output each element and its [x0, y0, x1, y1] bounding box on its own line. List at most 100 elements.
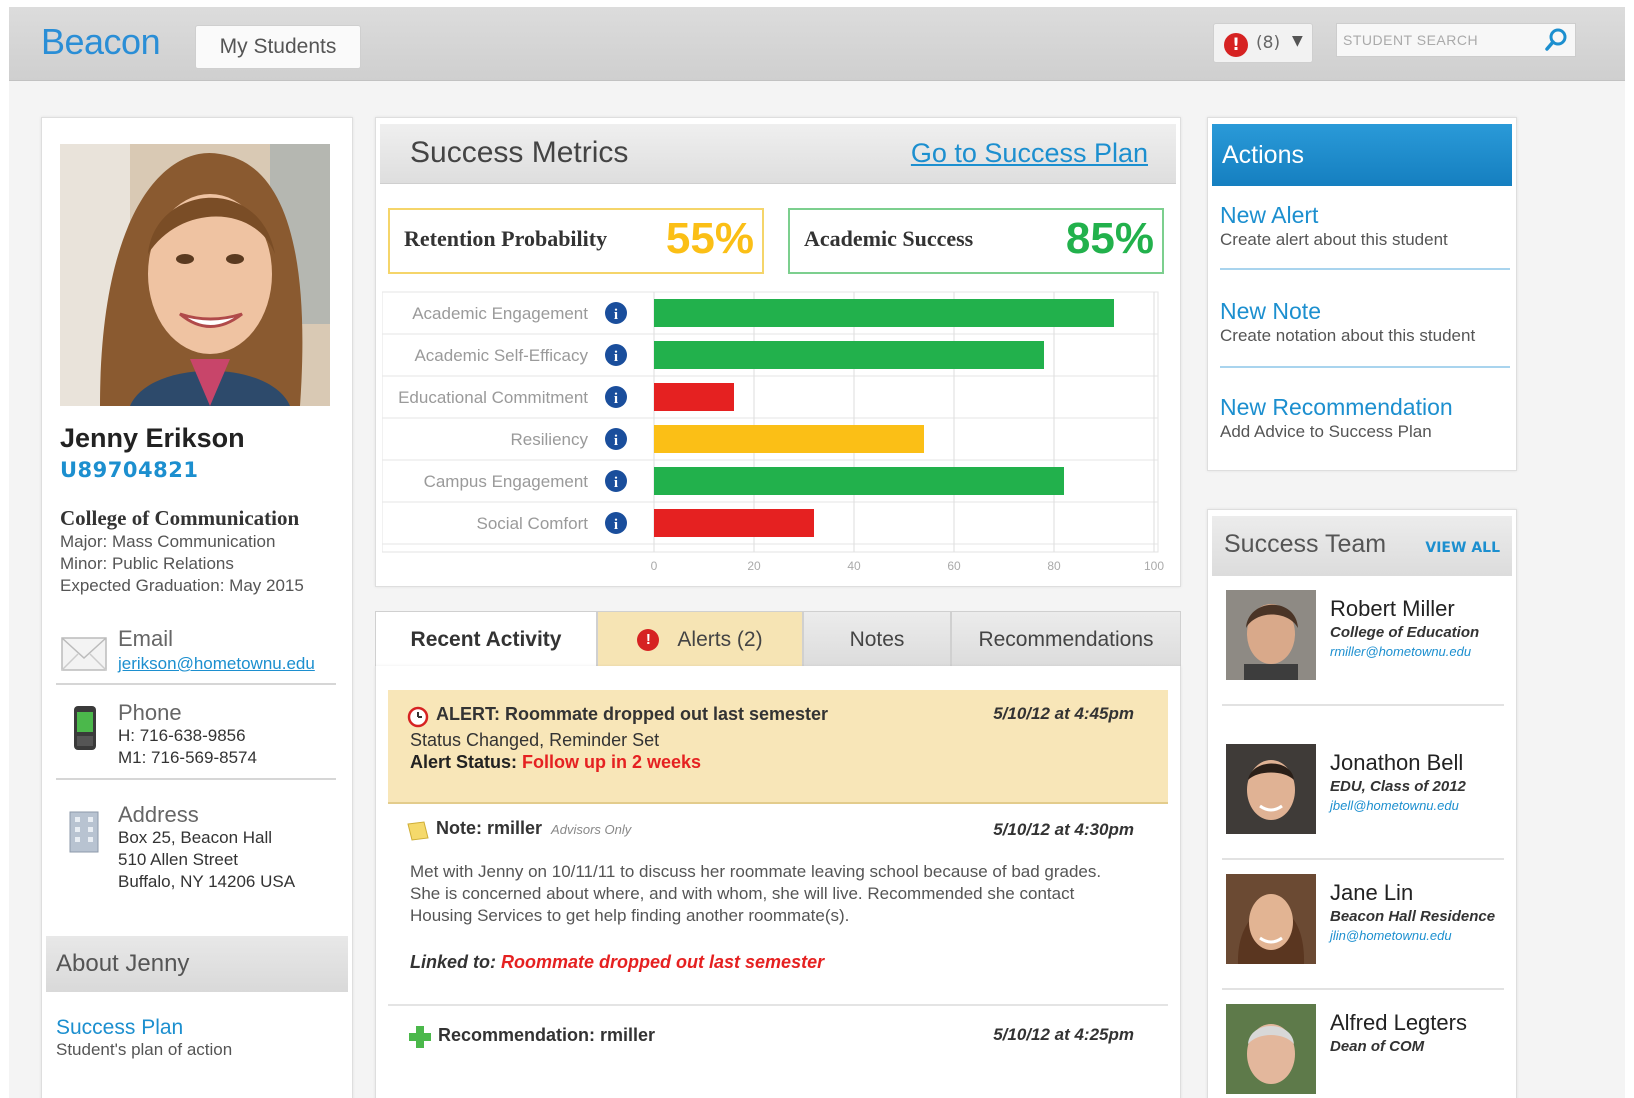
activity-note-item[interactable]: Note: rmiller Advisors Only 5/10/12 at 4… — [388, 806, 1168, 1006]
my-students-button[interactable]: My Students — [195, 25, 361, 69]
chart-category-label: Academic Self-Efficacy — [414, 346, 588, 365]
team-member-role: Beacon Hall Residence — [1330, 908, 1496, 925]
team-member-email[interactable]: jbell@hometownu.edu — [1330, 798, 1459, 813]
student-major: Major: Mass Communication — [60, 532, 276, 551]
linked-to-line: Linked to: Roommate dropped out last sem… — [410, 952, 824, 973]
linked-to-link[interactable]: Roommate dropped out last semester — [501, 952, 824, 972]
note-title: Note: rmiller — [436, 818, 543, 838]
note-body-line: She is concerned about where, and with w… — [410, 884, 1075, 903]
team-member-card[interactable]: Alfred Legters Dean of COM — [1222, 1000, 1504, 1098]
alerts-dropdown-button[interactable]: ! (8) ▼ — [1213, 23, 1313, 63]
divider — [1220, 366, 1510, 368]
divider — [56, 778, 336, 780]
tab-recent-activity[interactable]: Recent Activity — [375, 611, 597, 667]
divider — [56, 683, 336, 685]
activity-tabs: Recent Activity ! Alerts (2) Notes Recomm… — [375, 611, 1181, 667]
divider — [1222, 858, 1504, 860]
metrics-bar-chart: 0 20 40 60 80 100 Academic Engagement i Academic… — [381, 290, 1172, 580]
success-plan-description: Student's plan of action — [56, 1040, 233, 1059]
team-member-email[interactable]: rmiller@hometownu.edu — [1330, 644, 1471, 659]
new-recommendation-description: Add Advice to Success Plan — [1220, 422, 1432, 441]
actions-header: Actions — [1212, 124, 1512, 186]
info-icon-glyph: i — [614, 475, 618, 491]
address-line-1: Box 25, Beacon Hall — [118, 828, 273, 847]
email-link[interactable]: jerikson@hometownu.edu — [118, 654, 315, 674]
info-icon-glyph: i — [614, 433, 618, 449]
tab-recent-activity-label: Recent Activity — [410, 628, 562, 651]
note-visibility-tag: Advisors Only — [551, 822, 632, 837]
team-member-card[interactable]: Jane Lin Beacon Hall Residence jlin@home… — [1222, 870, 1504, 990]
retention-probability-card: Retention Probability 55% — [388, 208, 764, 274]
chart-tick-label: 80 — [1047, 559, 1061, 573]
new-note-link[interactable]: New Note — [1220, 298, 1510, 325]
student-search — [1336, 23, 1576, 57]
chart-bar — [654, 383, 734, 411]
team-member-name: Alfred Legters — [1330, 1010, 1467, 1035]
actions-panel: Actions New Alert Create alert about thi… — [1207, 117, 1517, 471]
chart-bar — [654, 341, 1044, 369]
chart-bar — [654, 467, 1064, 495]
tab-recommendations-label: Recommendations — [978, 628, 1154, 651]
chart-bar — [654, 425, 924, 453]
student-photo — [60, 144, 330, 406]
chart-category-label: Campus Engagement — [424, 472, 589, 491]
note-body-line: Met with Jenny on 10/11/11 to discuss he… — [410, 862, 1102, 881]
go-to-success-plan-link[interactable]: Go to Success Plan — [911, 138, 1148, 169]
student-name: Jenny Erikson — [60, 423, 245, 453]
beacon-logo[interactable]: Beacon — [41, 21, 161, 63]
success-metrics-header: Success Metrics Go to Success Plan — [380, 124, 1176, 184]
academic-success-card: Academic Success 85% — [788, 208, 1164, 274]
envelope-icon — [61, 637, 107, 671]
team-member-card[interactable]: Jonathon Bell EDU, Class of 2012 jbell@h… — [1222, 740, 1504, 860]
student-graduation: Expected Graduation: May 2015 — [60, 576, 304, 595]
email-block: Email jerikson@hometownu.edu — [60, 626, 340, 686]
success-plan-link[interactable]: Success Plan — [56, 1016, 183, 1040]
search-icon[interactable] — [1543, 27, 1569, 53]
alarm-clock-icon — [407, 706, 429, 728]
email-label: Email — [118, 626, 174, 651]
about-section-header[interactable]: About Jenny — [46, 936, 348, 992]
alert-icon: ! — [1224, 33, 1248, 57]
note-body-line: Housing Services to get help finding ano… — [410, 906, 850, 925]
alert-icon: ! — [637, 629, 660, 652]
activity-alert-item[interactable]: ALERT: Roommate dropped out last semeste… — [388, 690, 1168, 804]
address-label: Address — [118, 802, 199, 827]
team-member-name: Jonathon Bell — [1330, 750, 1464, 775]
view-all-link[interactable]: VIEW ALL — [1425, 540, 1500, 556]
info-icon-glyph: i — [614, 349, 618, 365]
chart-tick-label: 0 — [651, 559, 658, 573]
alert-status-change: Status Changed, Reminder Set — [410, 730, 660, 750]
new-note-action[interactable]: New Note Create notation about this stud… — [1220, 298, 1510, 368]
avatar — [1226, 744, 1316, 834]
tab-alerts[interactable]: ! Alerts (2) — [597, 611, 803, 667]
building-icon — [69, 811, 99, 853]
activity-recommendation-item[interactable]: Recommendation: rmiller 5/10/12 at 4:25p… — [388, 1011, 1168, 1071]
team-member-card[interactable]: Robert Miller College of Education rmill… — [1222, 586, 1504, 706]
tab-notes-label: Notes — [849, 628, 905, 651]
tab-notes[interactable]: Notes — [803, 611, 951, 667]
new-recommendation-link[interactable]: New Recommendation — [1220, 394, 1510, 421]
retention-label: Retention Probability — [404, 226, 608, 251]
new-alert-link[interactable]: New Alert — [1220, 202, 1510, 229]
chart-category-label: Academic Engagement — [412, 304, 588, 323]
app-frame: Beacon My Students ! (8) ▼ STUDENT SEARC… — [9, 7, 1625, 1098]
new-alert-action[interactable]: New Alert Create alert about this studen… — [1220, 202, 1510, 270]
new-recommendation-action[interactable]: New Recommendation Add Advice to Success… — [1220, 394, 1510, 442]
student-profile-panel: Jenny Erikson U89704821 College of Commu… — [41, 117, 353, 1098]
success-team-header: Success Team VIEW ALL — [1212, 516, 1512, 576]
linked-to-label: Linked to: — [410, 952, 496, 972]
mobile-phone-icon — [74, 706, 96, 750]
team-member-name: Robert Miller — [1330, 596, 1455, 621]
chart-category-label: Educational Commitment — [398, 388, 588, 407]
chevron-down-icon: ▼ — [1292, 33, 1303, 49]
new-alert-description: Create alert about this student — [1220, 230, 1448, 249]
note-icon — [407, 821, 429, 841]
plus-icon — [409, 1026, 431, 1048]
alert-status-value: Follow up in 2 weeks — [522, 752, 702, 772]
team-member-email[interactable]: jlin@hometownu.edu — [1330, 928, 1452, 943]
tab-recommendations[interactable]: Recommendations — [951, 611, 1181, 667]
student-search-input[interactable] — [1343, 28, 1543, 52]
note-date: 5/10/12 at 4:30pm — [993, 820, 1134, 839]
phone-mobile: M1: 716-569-8574 — [118, 748, 257, 767]
alert-date: 5/10/12 at 4:45pm — [993, 704, 1134, 723]
